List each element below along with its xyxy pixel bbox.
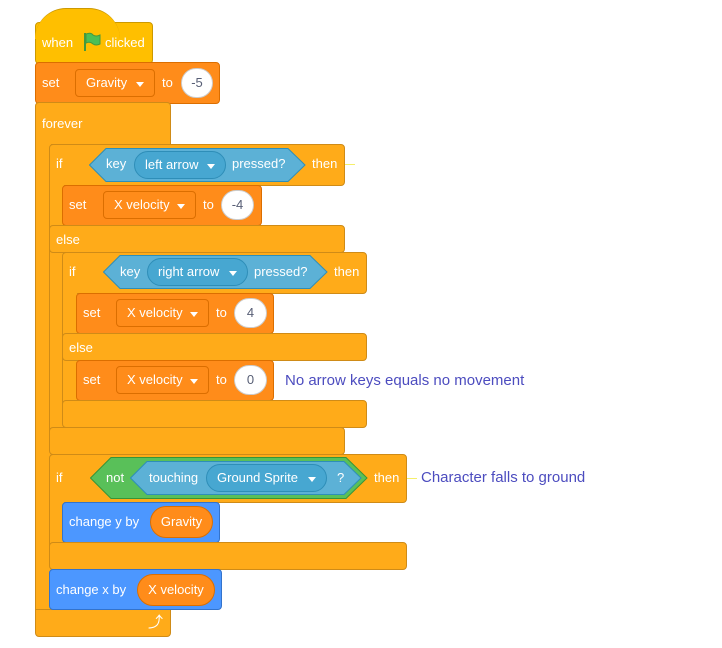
key-label: key	[120, 264, 141, 279]
variable-dropdown[interactable]: X velocity	[116, 299, 209, 327]
if3-bottom	[49, 542, 407, 570]
x-velocity-reporter[interactable]: X velocity	[137, 574, 215, 606]
else-label: else	[69, 340, 93, 355]
pressed-label: pressed?	[232, 156, 286, 171]
if1-bottom	[49, 427, 345, 455]
green-flag-icon	[84, 32, 101, 51]
to-label: to	[162, 75, 173, 90]
sprite-dropdown[interactable]: Ground Sprite	[206, 464, 327, 492]
else-label: else	[56, 232, 80, 247]
variable-dropdown[interactable]: X velocity	[103, 191, 196, 219]
then-label: then	[312, 156, 338, 171]
value-input[interactable]: -5	[181, 68, 213, 98]
key-dropdown[interactable]: left arrow	[134, 151, 226, 179]
if2-bottom	[62, 400, 367, 428]
value-input[interactable]: -4	[221, 190, 254, 220]
then-label: then	[334, 264, 360, 279]
change-x-label: change x by	[56, 582, 127, 597]
comment-falls-to-ground[interactable]: Character falls to ground	[421, 469, 585, 486]
clicked-label: clicked	[105, 35, 145, 50]
forever-label: forever	[42, 116, 83, 131]
loop-arrow-icon: ⤴	[148, 614, 164, 631]
question-label: ?	[337, 470, 345, 485]
touching-label: touching	[149, 470, 199, 485]
not-label: not	[106, 470, 125, 485]
if-label: if	[69, 264, 76, 279]
pressed-label: pressed?	[254, 264, 308, 279]
set-label: set	[83, 305, 101, 320]
to-label: to	[203, 197, 214, 212]
variable-dropdown[interactable]: X velocity	[116, 366, 209, 394]
if-label: if	[56, 156, 63, 171]
key-dropdown[interactable]: right arrow	[147, 258, 248, 286]
set-label: set	[83, 372, 101, 387]
set-label: set	[42, 75, 60, 90]
to-label: to	[216, 305, 227, 320]
when-label: when	[42, 35, 74, 50]
comment-no-movement[interactable]: No arrow keys equals no movement	[285, 372, 524, 389]
variable-dropdown[interactable]: Gravity	[75, 69, 155, 97]
comment-connector	[407, 478, 417, 479]
gravity-reporter[interactable]: Gravity	[150, 506, 213, 538]
value-input[interactable]: 4	[234, 298, 267, 328]
else-section	[49, 225, 345, 253]
to-label: to	[216, 372, 227, 387]
comment-connector	[345, 164, 355, 165]
if-label: if	[56, 470, 63, 485]
set-label: set	[69, 197, 87, 212]
change-y-label: change y by	[69, 514, 140, 529]
key-label: key	[106, 156, 127, 171]
then-label: then	[374, 470, 400, 485]
else-section	[62, 333, 367, 361]
value-input[interactable]: 0	[234, 365, 267, 395]
